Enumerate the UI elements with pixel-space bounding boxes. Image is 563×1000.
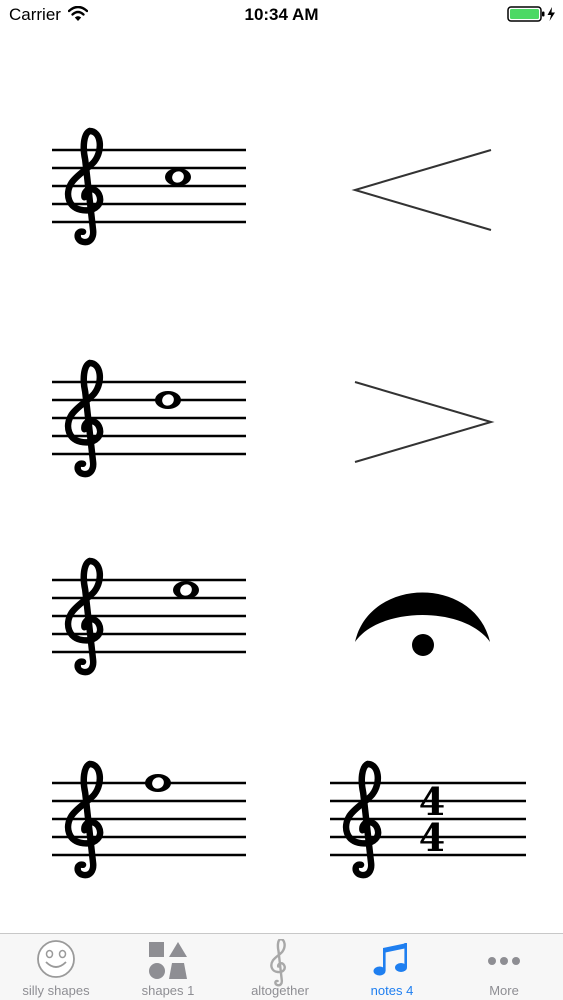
- tab-bar: silly shapes shapes 1 altogether notes 4…: [0, 933, 563, 1000]
- shapes-icon: [149, 942, 187, 979]
- tab-label: altogether: [251, 983, 309, 998]
- treble-clef-icon: [270, 939, 286, 987]
- tab-shapes-1[interactable]: shapes 1: [112, 934, 224, 1000]
- fermata-icon: [355, 592, 490, 656]
- battery-icon: [507, 6, 555, 22]
- tab-label: shapes 1: [141, 983, 195, 998]
- decrescendo-icon: [354, 381, 495, 463]
- tab-altogether[interactable]: altogether: [224, 934, 336, 1000]
- status-time: 10:34 AM: [244, 5, 319, 24]
- treble-staff-note-d5[interactable]: [50, 357, 250, 482]
- tab-more[interactable]: More: [448, 934, 560, 1000]
- tab-notes-4[interactable]: notes 4: [336, 934, 448, 1000]
- more-dots-icon: [488, 957, 520, 965]
- treble-staff-note-c5[interactable]: [50, 125, 250, 250]
- fermata[interactable]: [350, 580, 495, 660]
- whole-note-icon: [145, 774, 171, 792]
- decrescendo-hairpin[interactable]: [350, 372, 500, 472]
- music-notes-icon: [373, 943, 407, 976]
- tab-label: notes 4: [370, 983, 414, 998]
- charging-bolt-icon: [547, 7, 555, 21]
- crescendo-icon: [351, 149, 492, 231]
- smiley-face-icon: [37, 940, 75, 978]
- crescendo-hairpin[interactable]: [350, 140, 500, 240]
- tab-silly-shapes[interactable]: silly shapes: [0, 934, 112, 1000]
- time-signature-icon: 4 4: [330, 758, 526, 883]
- tab-label: silly shapes: [22, 983, 90, 998]
- whole-note-icon: [155, 391, 181, 409]
- whole-note-icon: [173, 581, 199, 599]
- whole-note-icon: [165, 168, 191, 186]
- time-signature-4-4[interactable]: 4 4: [328, 758, 528, 883]
- time-signature-bottom: 4: [419, 815, 445, 860]
- treble-staff-note-e5[interactable]: [50, 555, 250, 680]
- status-bar: Carrier 10:34 AM: [0, 0, 563, 30]
- tab-label: More: [489, 983, 519, 998]
- treble-staff-note-f5[interactable]: [50, 758, 250, 883]
